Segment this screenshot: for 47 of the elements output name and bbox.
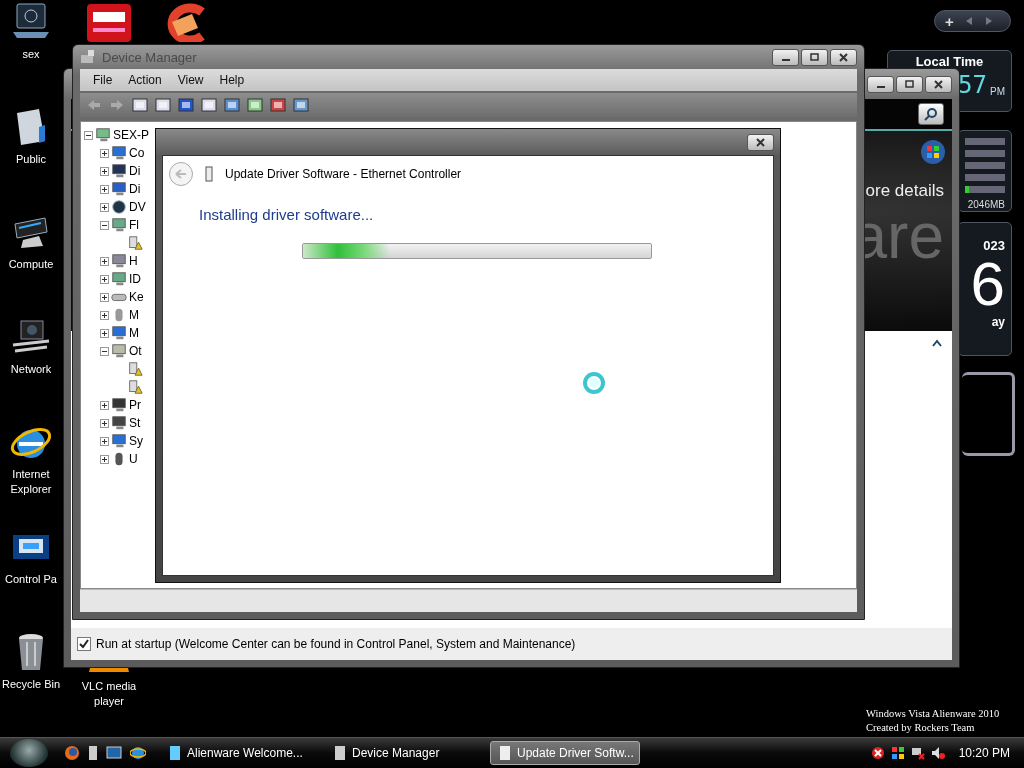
wallpaper-text: Created by Rockers Team xyxy=(866,721,976,735)
calendar-weekday: ay xyxy=(991,315,1005,329)
taskbar-clock[interactable]: 10:20 PM xyxy=(958,746,1010,760)
dialog-heading: Installing driver software... xyxy=(199,206,375,223)
tree-item[interactable]: Di xyxy=(129,164,141,178)
tree-item[interactable]: St xyxy=(129,416,141,430)
tree-item[interactable]: Di xyxy=(129,182,141,196)
tree-item[interactable]: DV xyxy=(129,200,146,214)
memory-reading: 2046MB xyxy=(967,199,1005,210)
tree-item[interactable]: U xyxy=(129,452,138,466)
desktop-icon-label[interactable]: Public xyxy=(16,152,46,167)
startup-label: Run at startup (Welcome Center can be found in Control Panel, System and Maintenance) xyxy=(96,637,576,651)
tree-item[interactable]: M xyxy=(129,326,139,340)
tree-item[interactable]: Pr xyxy=(129,398,141,412)
taskbar-button[interactable]: Device Manager xyxy=(325,741,475,765)
desktop-icon-label[interactable]: Recycle Bin xyxy=(1,677,61,692)
clock-period: PM xyxy=(990,86,1005,97)
desktop-icon-label[interactable]: Network xyxy=(10,362,52,377)
window-title: Device Manager xyxy=(102,49,197,65)
taskbar-button[interactable]: Update Driver Softw... xyxy=(490,741,640,765)
tree-item[interactable]: Ke xyxy=(129,290,144,304)
tree-item[interactable]: H xyxy=(129,254,138,268)
tree-item[interactable]: Ot xyxy=(129,344,142,358)
desktop-icon-label[interactable]: VLC media player xyxy=(78,679,140,709)
menu-item[interactable]: File xyxy=(86,71,120,89)
taskbar-button[interactable]: Alienware Welcome... xyxy=(160,741,310,765)
menu-item[interactable]: Help xyxy=(212,71,252,89)
calendar-year: 023 xyxy=(983,238,1005,253)
desktop-icon-label[interactable]: Control Pa xyxy=(5,572,57,587)
banner-text[interactable]: ore details xyxy=(865,181,944,201)
tree-item[interactable]: M xyxy=(129,308,139,322)
gadget-title: Local Time xyxy=(915,54,984,69)
clock-digits: 57 xyxy=(958,73,987,97)
desktop-icon-label[interactable]: Compute xyxy=(8,257,54,272)
tree-item[interactable]: ID xyxy=(129,272,141,286)
wallpaper-text: Windows Vista Alienware 2010 xyxy=(866,707,1000,721)
calendar-day: 6 xyxy=(970,253,1005,315)
desktop-icon-label[interactable]: Internet Explorer xyxy=(0,467,62,497)
desktop-icon-label[interactable]: sex xyxy=(22,47,40,62)
tree-item[interactable]: Fl xyxy=(129,218,139,232)
dialog-title: Update Driver Software - Ethernet Controller xyxy=(225,167,462,181)
menu-item[interactable]: View xyxy=(170,71,211,89)
tree-item[interactable]: Co xyxy=(129,146,145,160)
menu-item[interactable]: Action xyxy=(121,71,169,89)
tree-item[interactable]: SEX-P xyxy=(113,128,149,142)
add-gadget-button[interactable]: + xyxy=(945,12,954,30)
tree-item[interactable]: Sy xyxy=(129,434,143,448)
